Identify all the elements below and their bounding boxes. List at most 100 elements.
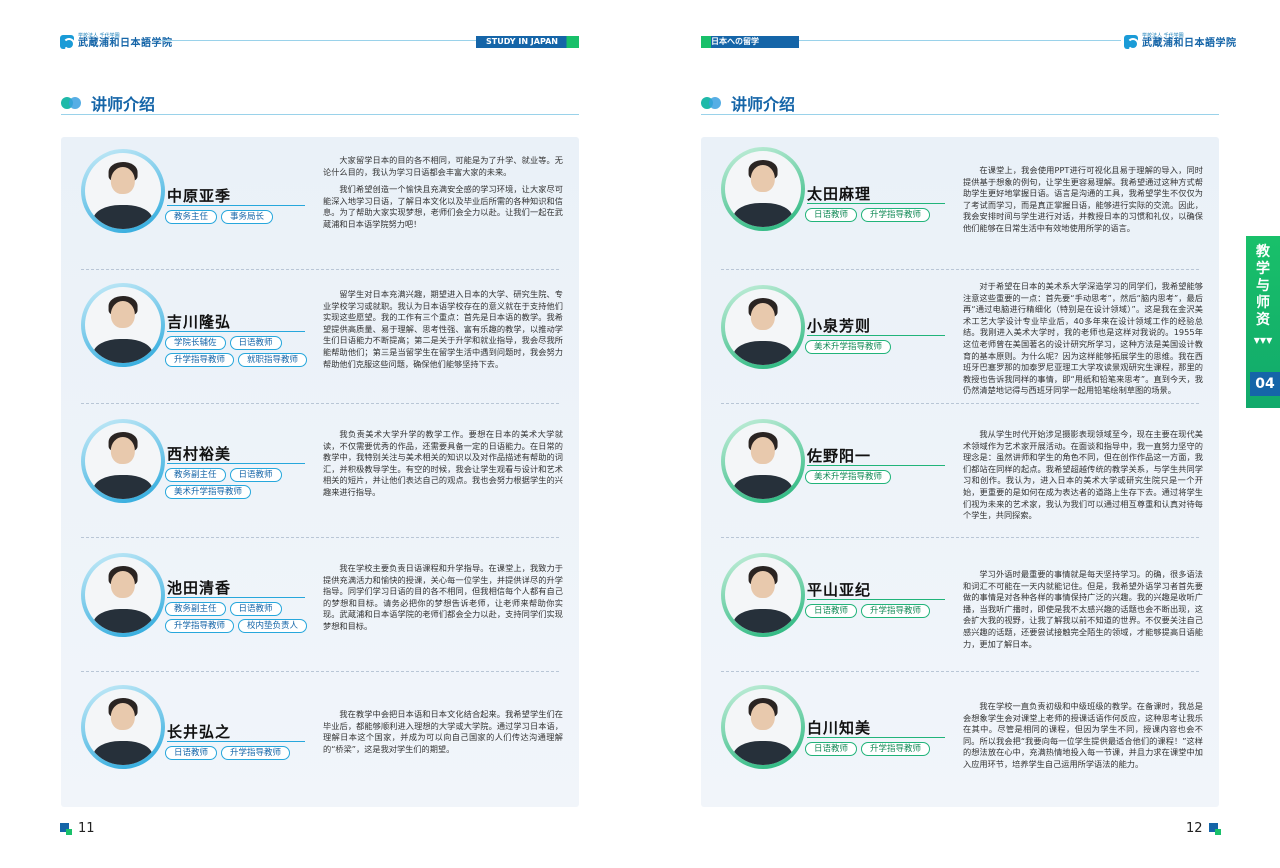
role-tag: 就职指导教师 [238,353,308,367]
school-emblem-icon [60,34,75,50]
section-rule [61,114,579,115]
description-paragraph: 学习外语时最重要的事情就是每天坚持学习。的确，很多语法和词汇不可能在一天内就能记… [963,569,1203,649]
right-page: 日本への留学 学校法人 千代学園 武蔵浦和日本語学院 讲师介绍 太田麻理日语教师… [640,0,1280,868]
school-emblem-icon [1124,34,1139,50]
teacher-name: 吉川隆弘 [167,313,232,331]
role-tag: 美术升学指导教师 [805,470,892,484]
teacher-name: 西村裕美 [167,445,232,463]
section-title: 讲师介绍 [61,91,155,115]
teacher-card: 小泉芳则美术升学指导教师 对于希望在日本的美术系大学深造学习的同学们，我希望能够注… [701,271,1219,405]
description-paragraph: 我负责美术大学升学的教学工作。要想在日本的美术大学就读，不仅需要优秀的作品，还需… [323,429,563,497]
teacher-name: 小泉芳则 [807,317,872,335]
page-number: 11 [78,821,95,836]
description-paragraph: 我从学生时代开始涉足摄影表现领域至今，现在主要在现代美术领域作为艺术家开展活动。… [963,429,1203,521]
header-rule [160,40,476,41]
role-tag: 日语教师 [805,208,858,222]
role-tag: 美术升学指导教师 [165,485,252,499]
role-tags: 日语教师 升学指导教师 [805,604,955,618]
role-tags: 美术升学指导教师 [805,340,955,354]
logo-name: 武蔵浦和日本語学院 [78,38,173,49]
role-tags: 日语教师 升学指导教师 [805,208,955,222]
portrait-icon [725,151,801,227]
teacher-description: 大家留学日本的目的各不相同，可能是为了升学、就业等。无论什么目的，我认为学习日语… [323,155,563,231]
name-underline [807,465,945,466]
page-square-icon [60,822,72,835]
role-tag: 日语教师 [165,746,218,760]
role-tag: 日语教师 [805,742,858,756]
teacher-card: 平山亚纪 日语教师 升学指导教师 学习外语时最重要的事情就是每天坚持学习。的确，很多语… [701,539,1219,673]
role-tag: 教务副主任 [165,468,226,482]
teacher-description: 学习外语时最重要的事情就是每天坚持学习。的确，很多语法和词汇不可能在一天内就能记… [963,569,1203,650]
page-number: 12 [1186,821,1203,836]
card-divider [81,403,559,404]
portrait-icon [85,423,161,499]
role-tag: 日语教师 [805,604,858,618]
header-tag: 日本への留学 [701,36,799,48]
teacher-card: 吉川隆弘学院长辅佐 日语教师 升学指导教师 就职指导教师 留学生对日本充满兴趣，期望进入… [61,271,579,405]
name-underline [167,741,305,742]
description-paragraph: 我在教学中会把日本语和日本文化结合起来。我希望学生们在毕业后，都能够顺利进入理想… [323,709,563,754]
teacher-card: 长井弘之 日语教师 升学指导教师 我在教学中会把日本语和日本文化结合起来。我希望学生们… [61,673,579,807]
section-title: 讲师介绍 [701,91,795,115]
teacher-photo [721,685,805,769]
teacher-photo [81,685,165,769]
role-tags: 教务副主任 日语教师 升学指导教师 校内垫负责人 [165,602,315,633]
teacher-panel-left: 中原亚季 教务主任 事务局长 大家留学日本的目的各不相同，可能是为了升学、就业等。无论… [61,137,579,807]
teacher-card: 池田清香教务副主任 日语教师 升学指导教师 校内垫负责人 我在学校主要负责日语课程和升学… [61,539,579,673]
title-dots-icon [61,97,81,109]
description-paragraph: 对于希望在日本的美术系大学深造学习的同学们，我希望能够注意这些重要的一点：首先要… [963,281,1203,396]
description-paragraph: 在课堂上，我会使用PPT进行可视化且易于理解的导入，同时提供基于想象的例句，让学… [963,165,1203,233]
role-tags: 日语教师 升学指导教师 [805,742,955,756]
role-tags: 学院长辅佐 日语教师 升学指导教师 就职指导教师 [165,336,315,367]
teacher-name: 池田清香 [167,579,232,597]
header-tag: STUDY IN JAPAN [476,36,579,48]
school-logo: 学校法人 千代学園 武蔵浦和日本語学院 [1124,34,1237,50]
portrait-icon [85,557,161,633]
role-tag: 美术升学指导教师 [805,340,892,354]
teacher-name: 佐野阳一 [807,447,872,465]
description-paragraph: 我们希望创造一个愉快且充满安全感的学习环境，让大家尽可能深入地学习日语，了解日本… [323,184,563,229]
name-underline [807,737,945,738]
role-tags: 日语教师 升学指导教师 [165,746,315,760]
card-divider [721,671,1199,672]
portrait-icon [85,287,161,363]
teacher-description: 我负责美术大学升学的教学工作。要想在日本的美术大学就读，不仅需要优秀的作品，还需… [323,429,563,499]
role-tag: 升学指导教师 [165,619,235,633]
card-divider [81,269,559,270]
name-underline [807,335,945,336]
chapter-side-tab: 教学与师资 ▼▼▼ 04 [1246,236,1280,408]
chapter-number: 04 [1250,372,1280,396]
role-tags: 教务副主任 日语教师 美术升学指导教师 [165,468,315,499]
role-tag: 升学指导教师 [165,353,235,367]
teacher-description: 我在学校主要负责日语课程和升学指导。在课堂上，我致力于提供充满活力和愉快的授课，… [323,563,563,633]
card-divider [81,537,559,538]
teacher-photo [721,553,805,637]
section-rule [701,114,1219,115]
name-underline [167,597,305,598]
page-number-left: 11 [60,821,95,836]
role-tag: 升学指导教师 [221,746,291,760]
teacher-description: 留学生对日本充满兴趣，期望进入日本的大学、研究生院、专业学校学习或就职。我认为日… [323,289,563,370]
card-divider [721,403,1199,404]
teacher-card: 西村裕美教务副主任 日语教师 美术升学指导教师 我负责美术大学升学的教学工作。要想在日… [61,405,579,539]
role-tag: 升学指导教师 [861,742,931,756]
role-tag: 教务副主任 [165,602,226,616]
description-paragraph: 留学生对日本充满兴趣，期望进入日本的大学、研究生院、专业学校学习或就职。我认为日… [323,289,563,369]
role-tag: 升学指导教师 [861,604,931,618]
name-underline [807,599,945,600]
teacher-description: 对于希望在日本的美术系大学深造学习的同学们，我希望能够注意这些重要的一点：首先要… [963,281,1203,397]
card-divider [81,671,559,672]
teacher-description: 在课堂上，我会使用PPT进行可视化且易于理解的导入，同时提供基于想象的例句，让学… [963,165,1203,235]
page-number-right: 12 [1186,821,1221,836]
page-square-icon [1208,822,1221,835]
teacher-name: 长井弘之 [167,723,232,741]
left-page: 学校法人 千代学園 武蔵浦和日本語学院 STUDY IN JAPAN 讲师介绍 … [0,0,640,868]
teacher-name: 太田麻理 [807,185,872,203]
role-tag: 事务局长 [221,210,274,224]
card-divider [721,269,1199,270]
name-underline [167,463,305,464]
teacher-name: 平山亚纪 [807,581,872,599]
portrait-icon [725,557,801,633]
role-tag: 教务主任 [165,210,218,224]
teacher-description: 我在学校一直负责初级和中级班级的教学。在备课时，我总是会想象学生会对课堂上老师的… [963,701,1203,771]
